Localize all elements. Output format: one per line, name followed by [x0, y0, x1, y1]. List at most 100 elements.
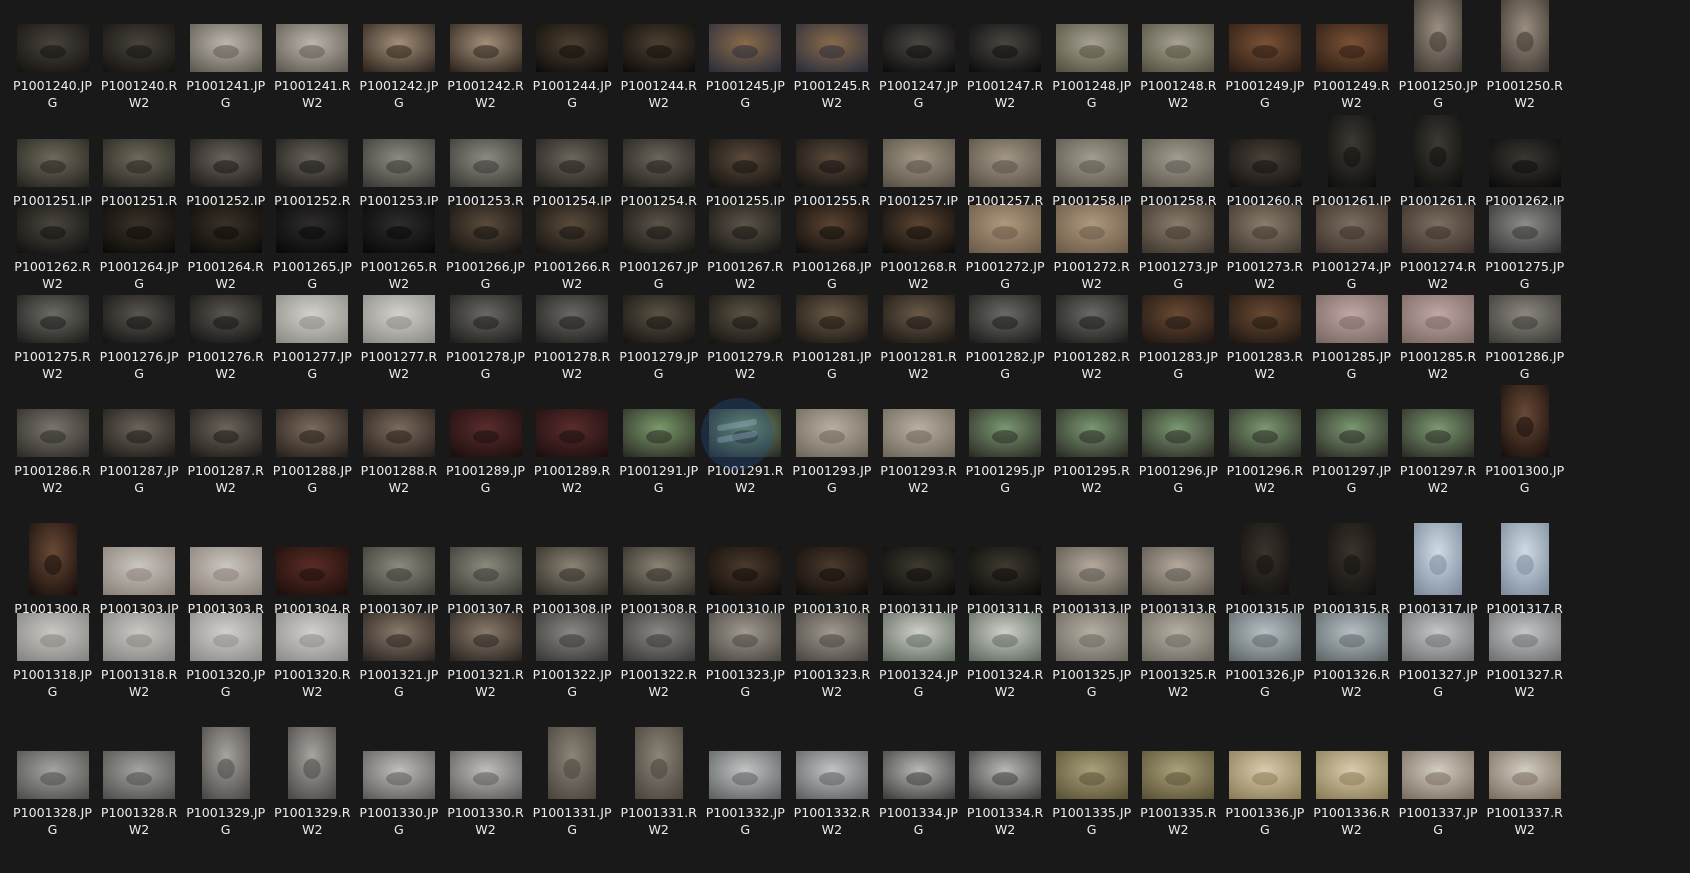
file-item[interactable]: P1001262.RW2: [6, 205, 99, 292]
file-item[interactable]: P1001325.JPG: [1045, 613, 1138, 700]
file-item[interactable]: P1001300.JPG: [1478, 385, 1571, 496]
file-item[interactable]: P1001247.RW2: [959, 0, 1052, 111]
file-item[interactable]: P1001283.JPG: [1132, 295, 1225, 382]
file-item[interactable]: P1001323.JPG: [699, 613, 792, 700]
file-item[interactable]: P1001240.RW2: [93, 0, 186, 111]
file-item[interactable]: P1001297.RW2: [1392, 409, 1485, 496]
file-item[interactable]: P1001245.JPG: [699, 0, 792, 111]
file-item[interactable]: P1001279.RW2: [699, 295, 792, 382]
file-item[interactable]: P1001322.JPG: [526, 613, 619, 700]
file-item[interactable]: P1001273.JPG: [1132, 205, 1225, 292]
file-item[interactable]: P1001241.JPG: [179, 0, 272, 111]
file-item[interactable]: P1001324.RW2: [959, 613, 1052, 700]
file-item[interactable]: P1001331.JPG: [526, 727, 619, 838]
file-item[interactable]: P1001240.JPG: [6, 0, 99, 111]
file-item[interactable]: P1001264.RW2: [179, 205, 272, 292]
file-item[interactable]: P1001250.JPG: [1392, 0, 1485, 111]
file-item[interactable]: P1001285.RW2: [1392, 295, 1485, 382]
file-item[interactable]: P1001277.RW2: [352, 295, 445, 382]
file-item[interactable]: P1001274.JPG: [1305, 205, 1398, 292]
file-item[interactable]: P1001268.JPG: [785, 205, 878, 292]
file-item[interactable]: P1001336.JPG: [1218, 727, 1311, 838]
file-item[interactable]: P1001296.JPG: [1132, 409, 1225, 496]
file-item[interactable]: P1001276.JPG: [93, 295, 186, 382]
file-item[interactable]: P1001326.RW2: [1305, 613, 1398, 700]
file-item[interactable]: P1001244.RW2: [612, 0, 705, 111]
file-item[interactable]: P1001328.JPG: [6, 727, 99, 838]
file-item[interactable]: P1001266.JPG: [439, 205, 532, 292]
file-item[interactable]: P1001295.RW2: [1045, 409, 1138, 496]
file-item[interactable]: P1001330.JPG: [352, 727, 445, 838]
file-item[interactable]: P1001268.RW2: [872, 205, 965, 292]
file-item[interactable]: P1001275.RW2: [6, 295, 99, 382]
file-item[interactable]: P1001288.RW2: [352, 409, 445, 496]
file-item[interactable]: P1001293.JPG: [785, 409, 878, 496]
file-item[interactable]: P1001275.JPG: [1478, 205, 1571, 292]
file-item[interactable]: P1001320.JPG: [179, 613, 272, 700]
file-item[interactable]: P1001291.RW2: [699, 409, 792, 496]
file-item[interactable]: P1001330.RW2: [439, 727, 532, 838]
file-item[interactable]: P1001267.RW2: [699, 205, 792, 292]
file-item[interactable]: P1001278.JPG: [439, 295, 532, 382]
file-item[interactable]: P1001321.RW2: [439, 613, 532, 700]
file-item[interactable]: P1001247.JPG: [872, 0, 965, 111]
file-item[interactable]: P1001250.RW2: [1478, 0, 1571, 111]
file-item[interactable]: P1001297.JPG: [1305, 409, 1398, 496]
file-item[interactable]: P1001278.RW2: [526, 295, 619, 382]
file-item[interactable]: P1001334.JPG: [872, 727, 965, 838]
file-item[interactable]: P1001285.JPG: [1305, 295, 1398, 382]
file-item[interactable]: P1001248.RW2: [1132, 0, 1225, 111]
file-item[interactable]: P1001332.JPG: [699, 727, 792, 838]
file-item[interactable]: P1001322.RW2: [612, 613, 705, 700]
file-item[interactable]: P1001272.JPG: [959, 205, 1052, 292]
file-item[interactable]: P1001328.RW2: [93, 727, 186, 838]
file-item[interactable]: P1001273.RW2: [1218, 205, 1311, 292]
file-item[interactable]: P1001248.JPG: [1045, 0, 1138, 111]
file-item[interactable]: P1001296.RW2: [1218, 409, 1311, 496]
file-item[interactable]: P1001289.JPG: [439, 409, 532, 496]
file-item[interactable]: P1001282.JPG: [959, 295, 1052, 382]
file-item[interactable]: P1001324.JPG: [872, 613, 965, 700]
file-item[interactable]: P1001249.JPG: [1218, 0, 1311, 111]
file-item[interactable]: P1001264.JPG: [93, 205, 186, 292]
file-item[interactable]: P1001331.RW2: [612, 727, 705, 838]
file-item[interactable]: P1001288.JPG: [266, 409, 359, 496]
file-item[interactable]: P1001337.JPG: [1392, 727, 1485, 838]
file-item[interactable]: P1001295.JPG: [959, 409, 1052, 496]
file-item[interactable]: P1001241.RW2: [266, 0, 359, 111]
file-item[interactable]: P1001321.JPG: [352, 613, 445, 700]
file-item[interactable]: P1001332.RW2: [785, 727, 878, 838]
file-item[interactable]: P1001276.RW2: [179, 295, 272, 382]
file-item[interactable]: P1001335.JPG: [1045, 727, 1138, 838]
file-item[interactable]: P1001318.RW2: [93, 613, 186, 700]
file-item[interactable]: P1001267.JPG: [612, 205, 705, 292]
file-item[interactable]: P1001327.RW2: [1478, 613, 1571, 700]
file-item[interactable]: P1001244.JPG: [526, 0, 619, 111]
file-item[interactable]: P1001323.RW2: [785, 613, 878, 700]
file-item[interactable]: P1001325.RW2: [1132, 613, 1225, 700]
file-item[interactable]: P1001245.RW2: [785, 0, 878, 111]
file-item[interactable]: P1001242.JPG: [352, 0, 445, 111]
file-item[interactable]: P1001282.RW2: [1045, 295, 1138, 382]
file-item[interactable]: P1001283.RW2: [1218, 295, 1311, 382]
file-item[interactable]: P1001320.RW2: [266, 613, 359, 700]
file-item[interactable]: P1001326.JPG: [1218, 613, 1311, 700]
file-item[interactable]: P1001277.JPG: [266, 295, 359, 382]
file-item[interactable]: P1001287.JPG: [93, 409, 186, 496]
file-item[interactable]: P1001265.RW2: [352, 205, 445, 292]
file-item[interactable]: P1001334.RW2: [959, 727, 1052, 838]
file-item[interactable]: P1001336.RW2: [1305, 727, 1398, 838]
file-item[interactable]: P1001281.JPG: [785, 295, 878, 382]
file-item[interactable]: P1001286.JPG: [1478, 295, 1571, 382]
file-item[interactable]: P1001272.RW2: [1045, 205, 1138, 292]
file-item[interactable]: P1001335.RW2: [1132, 727, 1225, 838]
file-item[interactable]: P1001289.RW2: [526, 409, 619, 496]
file-item[interactable]: P1001337.RW2: [1478, 727, 1571, 838]
file-item[interactable]: P1001279.JPG: [612, 295, 705, 382]
file-item[interactable]: P1001329.RW2: [266, 727, 359, 838]
file-item[interactable]: P1001274.RW2: [1392, 205, 1485, 292]
file-item[interactable]: P1001265.JPG: [266, 205, 359, 292]
file-item[interactable]: P1001266.RW2: [526, 205, 619, 292]
file-item[interactable]: P1001293.RW2: [872, 409, 965, 496]
file-item[interactable]: P1001318.JPG: [6, 613, 99, 700]
